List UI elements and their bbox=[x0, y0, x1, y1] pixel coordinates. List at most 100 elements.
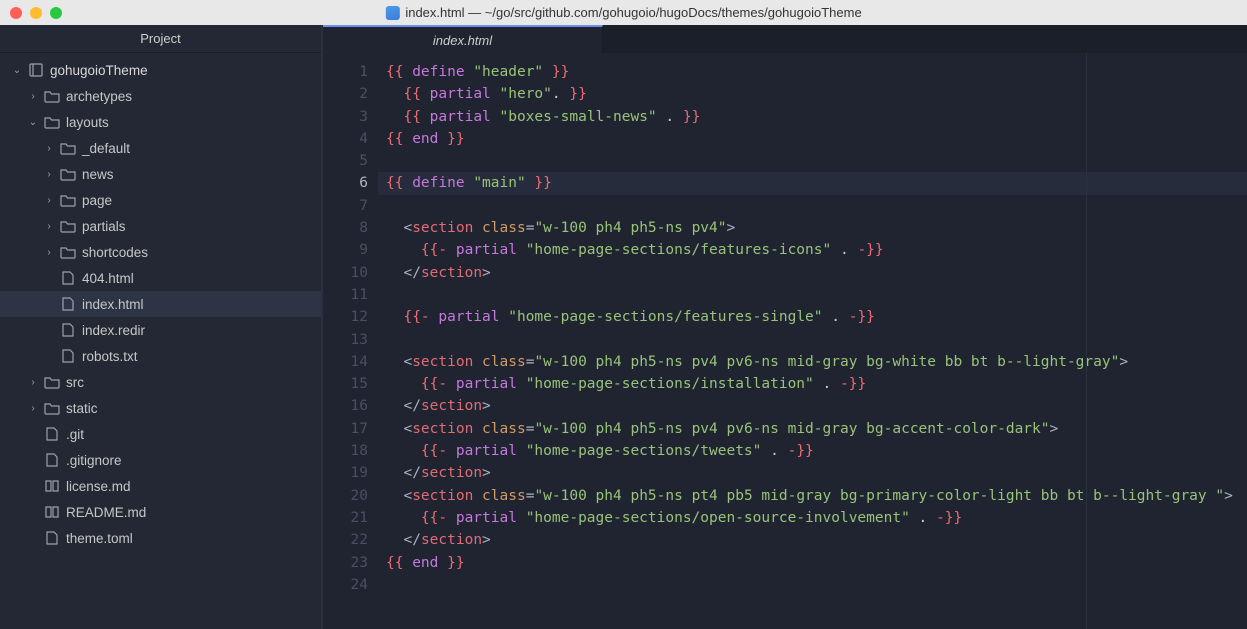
editor-tabs: index.html bbox=[323, 25, 1247, 53]
tree-item-label: robots.txt bbox=[82, 349, 138, 364]
tree-item-label: archetypes bbox=[66, 89, 132, 104]
tree-item-partials[interactable]: ›partials bbox=[0, 213, 321, 239]
tree-item-label: page bbox=[82, 193, 112, 208]
code-line[interactable]: {{- partial "home-page-sections/features… bbox=[378, 239, 1247, 261]
tree-item--git[interactable]: .git bbox=[0, 421, 321, 447]
tree-item-readme-md[interactable]: README.md bbox=[0, 499, 321, 525]
line-number: 4 bbox=[323, 128, 368, 150]
folder-icon bbox=[44, 375, 60, 389]
code-line[interactable]: <section class="w-100 ph4 ph5-ns pv4 pv6… bbox=[378, 418, 1247, 440]
tree-item-label: README.md bbox=[66, 505, 146, 520]
line-number: 3 bbox=[323, 106, 368, 128]
tree-item-label: theme.toml bbox=[66, 531, 133, 546]
code-line[interactable]: {{- partial "home-page-sections/installa… bbox=[378, 373, 1247, 395]
code-line[interactable]: </section> bbox=[378, 529, 1247, 551]
code-line[interactable]: <section class="w-100 ph4 ph5-ns pt4 pb5… bbox=[378, 485, 1247, 507]
code-line[interactable]: {{ define "main" }} bbox=[378, 172, 1247, 194]
code-editor[interactable]: {{ define "header" }} {{ partial "hero".… bbox=[378, 53, 1247, 629]
code-line[interactable] bbox=[378, 574, 1247, 596]
tree-item-label: index.redir bbox=[82, 323, 145, 338]
line-number: 5 bbox=[323, 150, 368, 172]
tree-item--gitignore[interactable]: .gitignore bbox=[0, 447, 321, 473]
file-icon bbox=[60, 271, 76, 285]
chevron-down-icon[interactable]: ⌄ bbox=[12, 65, 22, 76]
folder-icon bbox=[60, 193, 76, 207]
chevron-right-icon[interactable]: › bbox=[28, 91, 38, 102]
folder-icon bbox=[60, 141, 76, 155]
code-line[interactable]: </section> bbox=[378, 262, 1247, 284]
code-line[interactable]: {{ end }} bbox=[378, 128, 1247, 150]
line-number: 15 bbox=[323, 373, 368, 395]
titlebar: index.html — ~/go/src/github.com/gohugoi… bbox=[0, 0, 1247, 25]
line-number: 2 bbox=[323, 83, 368, 105]
chevron-right-icon[interactable]: › bbox=[28, 377, 38, 388]
line-number: 14 bbox=[323, 351, 368, 373]
chevron-right-icon[interactable]: › bbox=[44, 195, 54, 206]
code-line[interactable]: {{ end }} bbox=[378, 552, 1247, 574]
wrap-ruler bbox=[1086, 53, 1087, 629]
line-number: 12 bbox=[323, 306, 368, 328]
tree-item-layouts[interactable]: ⌄layouts bbox=[0, 109, 321, 135]
tree-item-index-html[interactable]: index.html bbox=[0, 291, 321, 317]
chevron-right-icon[interactable]: › bbox=[44, 143, 54, 154]
tree-item-news[interactable]: › news bbox=[0, 161, 321, 187]
chevron-right-icon[interactable]: › bbox=[44, 247, 54, 258]
tree-item-archetypes[interactable]: › archetypes bbox=[0, 83, 321, 109]
tree-item-404-html[interactable]: 404.html bbox=[0, 265, 321, 291]
folder-icon bbox=[60, 245, 76, 259]
line-number: 24 bbox=[323, 574, 368, 596]
maximize-window-button[interactable] bbox=[50, 7, 62, 19]
sidebar-title: Project bbox=[140, 31, 180, 46]
book-icon bbox=[44, 479, 60, 493]
tree-item--default[interactable]: ›_default bbox=[0, 135, 321, 161]
code-line[interactable] bbox=[378, 329, 1247, 351]
chevron-right-icon[interactable]: › bbox=[44, 221, 54, 232]
tree-item-license-md[interactable]: license.md bbox=[0, 473, 321, 499]
close-window-button[interactable] bbox=[10, 7, 22, 19]
line-number: 11 bbox=[323, 284, 368, 306]
code-line[interactable]: {{ partial "boxes-small-news" . }} bbox=[378, 106, 1247, 128]
folder-icon bbox=[60, 167, 76, 181]
tree-item-shortcodes[interactable]: › shortcodes bbox=[0, 239, 321, 265]
repo-icon bbox=[28, 63, 44, 77]
project-sidebar: Project ⌄gohugoioTheme › archetypes ⌄layout… bbox=[0, 25, 323, 629]
tree-item-static[interactable]: ›static bbox=[0, 395, 321, 421]
file-tree[interactable]: ⌄gohugoioTheme › archetypes ⌄layouts›_defau… bbox=[0, 53, 321, 551]
tree-item-theme-toml[interactable]: theme.toml bbox=[0, 525, 321, 551]
file-icon bbox=[44, 531, 60, 545]
code-line[interactable]: {{- partial "home-page-sections/features… bbox=[378, 306, 1247, 328]
tree-item-label: news bbox=[82, 167, 114, 182]
chevron-right-icon[interactable]: › bbox=[44, 169, 54, 180]
code-line[interactable]: {{ partial "hero". }} bbox=[378, 83, 1247, 105]
code-line[interactable]: {{ define "header" }} bbox=[378, 61, 1247, 83]
line-number: 10 bbox=[323, 262, 368, 284]
chevron-right-icon[interactable]: › bbox=[28, 403, 38, 414]
code-line[interactable]: <section class="w-100 ph4 ph5-ns pv4 pv6… bbox=[378, 351, 1247, 373]
code-line[interactable] bbox=[378, 284, 1247, 306]
tree-item-gohugoiotheme[interactable]: ⌄gohugoioTheme bbox=[0, 57, 321, 83]
code-line[interactable] bbox=[378, 150, 1247, 172]
minimize-window-button[interactable] bbox=[30, 7, 42, 19]
window-controls bbox=[10, 7, 62, 19]
code-line[interactable] bbox=[378, 195, 1247, 217]
line-number: 20 bbox=[323, 485, 368, 507]
code-line[interactable]: <section class="w-100 ph4 ph5-ns pv4"> bbox=[378, 217, 1247, 239]
tree-item-label: shortcodes bbox=[82, 245, 148, 260]
line-number: 9 bbox=[323, 239, 368, 261]
editor-area: index.html 12345678910111213141516171819… bbox=[323, 25, 1247, 629]
tree-item-index-redir[interactable]: index.redir bbox=[0, 317, 321, 343]
line-number: 19 bbox=[323, 462, 368, 484]
tree-item-label: index.html bbox=[82, 297, 144, 312]
chevron-down-icon[interactable]: ⌄ bbox=[28, 117, 38, 128]
code-line[interactable]: {{- partial "home-page-sections/open-sou… bbox=[378, 507, 1247, 529]
tree-item-page[interactable]: › page bbox=[0, 187, 321, 213]
code-line[interactable]: </section> bbox=[378, 462, 1247, 484]
window-title: index.html — ~/go/src/github.com/gohugoi… bbox=[385, 5, 861, 20]
file-icon bbox=[60, 323, 76, 337]
tab-index-html[interactable]: index.html bbox=[323, 25, 603, 53]
code-line[interactable]: </section> bbox=[378, 395, 1247, 417]
tree-item-robots-txt[interactable]: robots.txt bbox=[0, 343, 321, 369]
file-icon bbox=[44, 427, 60, 441]
tree-item-src[interactable]: ›src bbox=[0, 369, 321, 395]
code-line[interactable]: {{- partial "home-page-sections/tweets" … bbox=[378, 440, 1247, 462]
